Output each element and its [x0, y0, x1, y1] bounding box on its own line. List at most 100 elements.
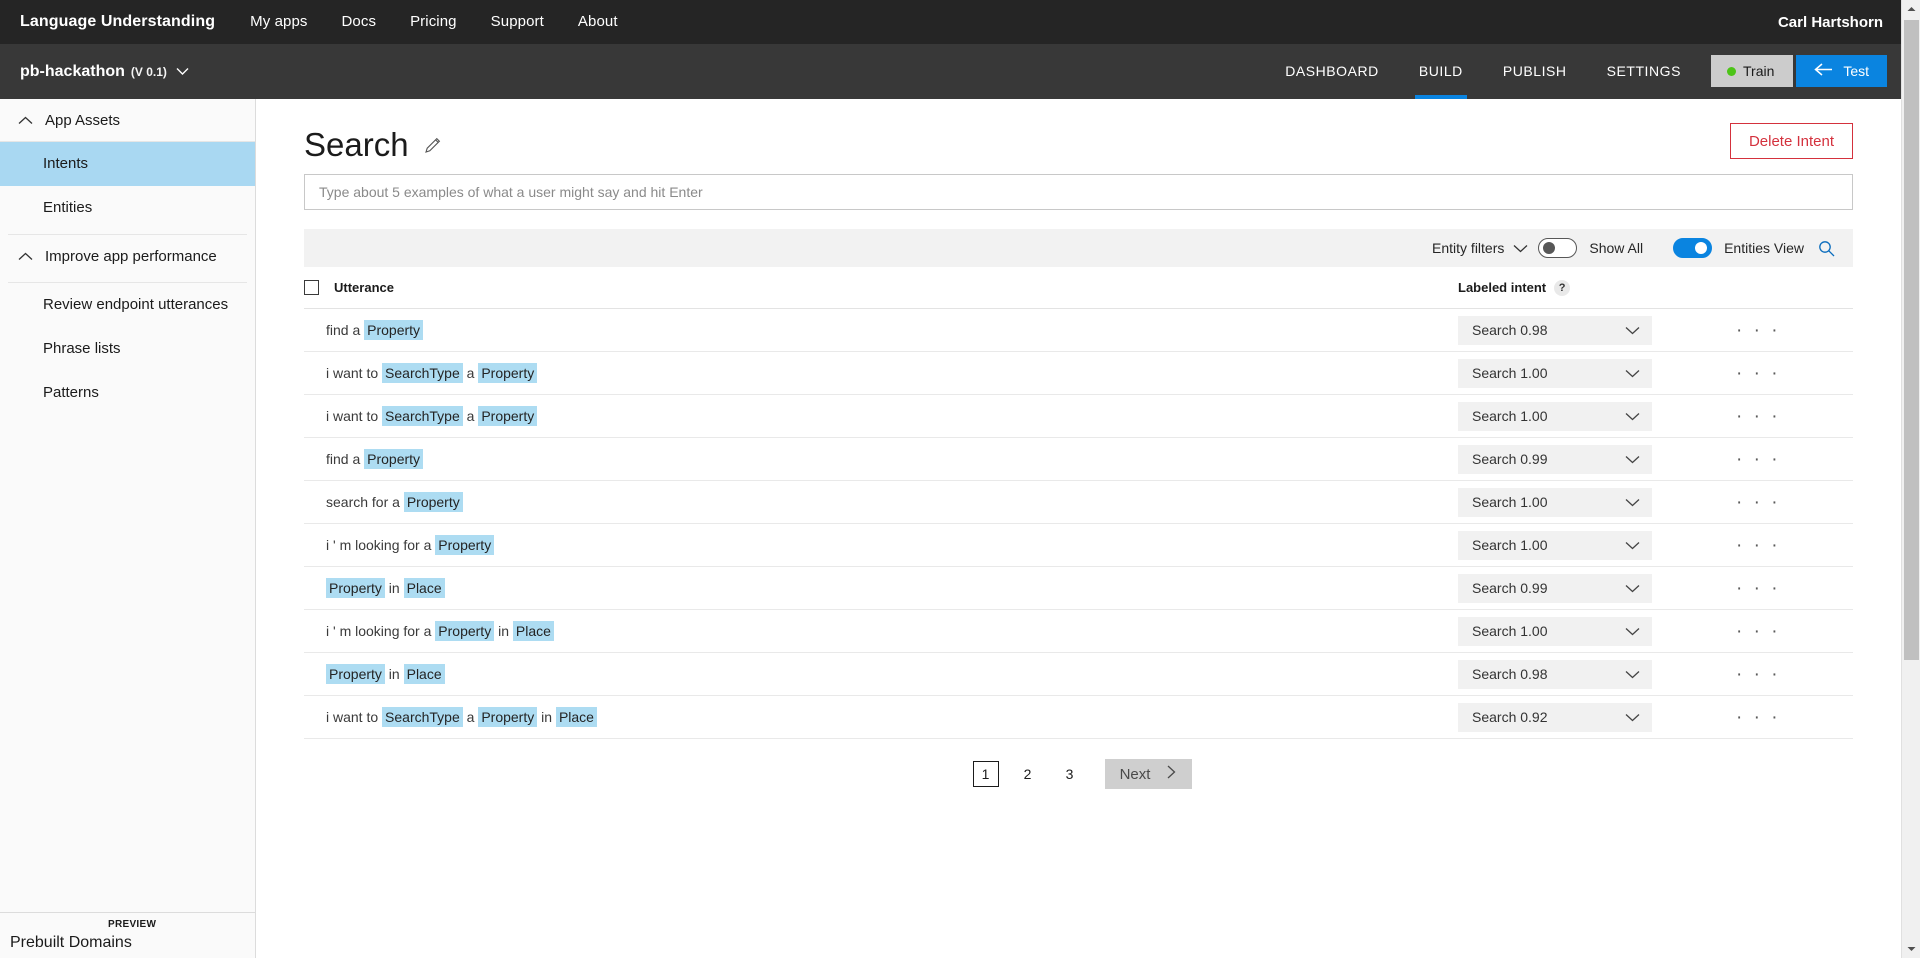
- entity-token[interactable]: Property: [478, 406, 538, 426]
- page-button-2[interactable]: 2: [1015, 761, 1041, 787]
- select-all-checkbox[interactable]: [304, 280, 319, 295]
- app-version-selector[interactable]: pb-hackathon (V 0.1): [0, 63, 189, 81]
- labeled-intent-dropdown[interactable]: Search 0.98: [1458, 659, 1652, 689]
- entity-token[interactable]: Property: [435, 535, 495, 555]
- sidebar-item-review-endpoint-utterances[interactable]: Review endpoint utterances: [0, 283, 255, 327]
- table-row[interactable]: i ' m looking for a Property Search 1.00 ·…: [304, 524, 1853, 567]
- topbar-link-pricing[interactable]: Pricing: [393, 0, 474, 44]
- entity-token[interactable]: Property: [403, 492, 463, 512]
- entity-token[interactable]: Property: [364, 449, 424, 469]
- entity-token[interactable]: Place: [512, 621, 554, 641]
- search-icon[interactable]: [1818, 240, 1835, 257]
- labeled-intent-dropdown[interactable]: Search 1.00: [1458, 530, 1652, 560]
- row-actions-menu[interactable]: · · ·: [1736, 493, 1781, 512]
- entity-token[interactable]: Place: [555, 707, 597, 727]
- utterance-cell[interactable]: i want to SearchType a Property in Place: [304, 707, 597, 727]
- table-row[interactable]: Property in Place Search 0.98 · · ·: [304, 653, 1853, 696]
- user-account-name[interactable]: Carl Hartshorn: [1778, 14, 1883, 31]
- labeled-intent-dropdown[interactable]: Search 0.98: [1458, 315, 1652, 345]
- edit-pencil-icon[interactable]: [423, 135, 443, 155]
- utterance-cell[interactable]: find a Property: [304, 320, 424, 340]
- test-button[interactable]: Test: [1796, 55, 1887, 87]
- row-actions-menu[interactable]: · · ·: [1736, 321, 1781, 340]
- page-button-1[interactable]: 1: [972, 761, 999, 787]
- labeled-intent-dropdown[interactable]: Search 0.99: [1458, 444, 1652, 474]
- next-page-button[interactable]: Next: [1104, 759, 1193, 789]
- sidebar-item-patterns[interactable]: Patterns: [0, 371, 255, 415]
- table-row[interactable]: i want to SearchType a Property Search 1.…: [304, 352, 1853, 395]
- row-actions-menu[interactable]: · · ·: [1736, 622, 1781, 641]
- sidebar-group-app-assets[interactable]: App Assets: [0, 99, 255, 142]
- entity-token[interactable]: Property: [326, 578, 385, 598]
- chevron-down-icon: [1625, 452, 1640, 467]
- entity-filters-chevron-down-icon[interactable]: [1513, 241, 1528, 256]
- entity-token[interactable]: Property: [478, 363, 538, 383]
- delete-intent-button[interactable]: Delete Intent: [1729, 123, 1853, 159]
- sidebar-item-phrase-lists[interactable]: Phrase lists: [0, 327, 255, 371]
- row-actions-menu[interactable]: · · ·: [1736, 665, 1781, 684]
- utterance-cell[interactable]: find a Property: [304, 449, 424, 469]
- entity-token[interactable]: SearchType: [382, 406, 463, 426]
- labeled-intent-dropdown[interactable]: Search 1.00: [1458, 358, 1652, 388]
- table-row[interactable]: search for a Property Search 1.00 · · ·: [304, 481, 1853, 524]
- labeled-intent-dropdown[interactable]: Search 1.00: [1458, 487, 1652, 517]
- utterance-cell[interactable]: i want to SearchType a Property: [304, 363, 538, 383]
- labeled-intent-dropdown[interactable]: Search 0.99: [1458, 573, 1652, 603]
- entity-token[interactable]: Place: [403, 664, 445, 684]
- entity-token[interactable]: SearchType: [382, 707, 463, 727]
- sidebar-item-intents[interactable]: Intents: [0, 142, 255, 186]
- labeled-intent-dropdown[interactable]: Search 1.00: [1458, 616, 1652, 646]
- tab-dashboard[interactable]: DASHBOARD: [1265, 44, 1399, 99]
- topbar-link-about[interactable]: About: [561, 0, 635, 44]
- topbar-link-docs[interactable]: Docs: [325, 0, 394, 44]
- table-row[interactable]: Property in Place Search 0.99 · · ·: [304, 567, 1853, 610]
- labeled-intent-value: Search 1.00: [1472, 365, 1548, 381]
- entity-token[interactable]: Property: [435, 621, 495, 641]
- table-row[interactable]: i want to SearchType a Property Search 1.…: [304, 395, 1853, 438]
- row-actions-menu[interactable]: · · ·: [1736, 708, 1781, 727]
- utterance-cell[interactable]: search for a Property: [304, 492, 463, 512]
- new-utterance-input[interactable]: [304, 174, 1853, 210]
- labeled-intent-dropdown[interactable]: Search 0.92: [1458, 702, 1652, 732]
- utterance-cell[interactable]: i want to SearchType a Property: [304, 406, 538, 426]
- utterance-cell[interactable]: Property in Place: [304, 578, 445, 598]
- scroll-down-icon[interactable]: [1902, 940, 1920, 958]
- scroll-up-icon[interactable]: [1902, 0, 1920, 18]
- entity-token[interactable]: Property: [364, 320, 424, 340]
- table-row[interactable]: find a Property Search 0.99 · · ·: [304, 438, 1853, 481]
- chevron-down-icon: [1625, 409, 1640, 424]
- show-all-toggle[interactable]: [1538, 238, 1578, 258]
- utterance-cell[interactable]: Property in Place: [304, 664, 445, 684]
- topbar-link-my-apps[interactable]: My apps: [233, 0, 324, 44]
- sidebar-group-improve-app-performance[interactable]: Improve app performance: [0, 235, 255, 278]
- sidebar-item-prebuilt-domains[interactable]: PREVIEW Prebuilt Domains: [0, 912, 255, 958]
- entity-token[interactable]: Place: [403, 578, 445, 598]
- table-row[interactable]: i want to SearchType a Property in Place…: [304, 696, 1853, 739]
- row-actions-menu[interactable]: · · ·: [1736, 536, 1781, 555]
- tab-publish[interactable]: PUBLISH: [1483, 44, 1587, 99]
- entity-token[interactable]: SearchType: [382, 363, 463, 383]
- row-actions-menu[interactable]: · · ·: [1736, 450, 1781, 469]
- train-button[interactable]: Train: [1711, 55, 1793, 87]
- row-actions-menu[interactable]: · · ·: [1736, 579, 1781, 598]
- brand-logo[interactable]: Language Understanding: [0, 13, 233, 31]
- row-actions-menu[interactable]: · · ·: [1736, 364, 1781, 383]
- tab-settings[interactable]: SETTINGS: [1587, 44, 1701, 99]
- entity-token[interactable]: Property: [326, 664, 385, 684]
- entity-token[interactable]: Property: [478, 707, 538, 727]
- table-row[interactable]: i ' m looking for a Property in Place Sea…: [304, 610, 1853, 653]
- row-actions-menu[interactable]: · · ·: [1736, 407, 1781, 426]
- utterance-cell[interactable]: i ' m looking for a Property: [304, 535, 495, 555]
- topbar-link-support[interactable]: Support: [474, 0, 561, 44]
- sidebar-item-entities[interactable]: Entities: [0, 186, 255, 230]
- utterance-cell[interactable]: i ' m looking for a Property in Place: [304, 621, 554, 641]
- entities-view-toggle[interactable]: [1673, 238, 1713, 258]
- page-scrollbar[interactable]: [1901, 0, 1920, 958]
- scrollbar-thumb[interactable]: [1904, 20, 1919, 660]
- labeled-intent-dropdown[interactable]: Search 1.00: [1458, 401, 1652, 431]
- page-button-3[interactable]: 3: [1057, 761, 1083, 787]
- help-icon[interactable]: ?: [1554, 279, 1571, 296]
- tab-build[interactable]: BUILD: [1399, 44, 1483, 99]
- chevron-up-icon: [18, 250, 33, 263]
- table-row[interactable]: find a Property Search 0.98 · · ·: [304, 309, 1853, 352]
